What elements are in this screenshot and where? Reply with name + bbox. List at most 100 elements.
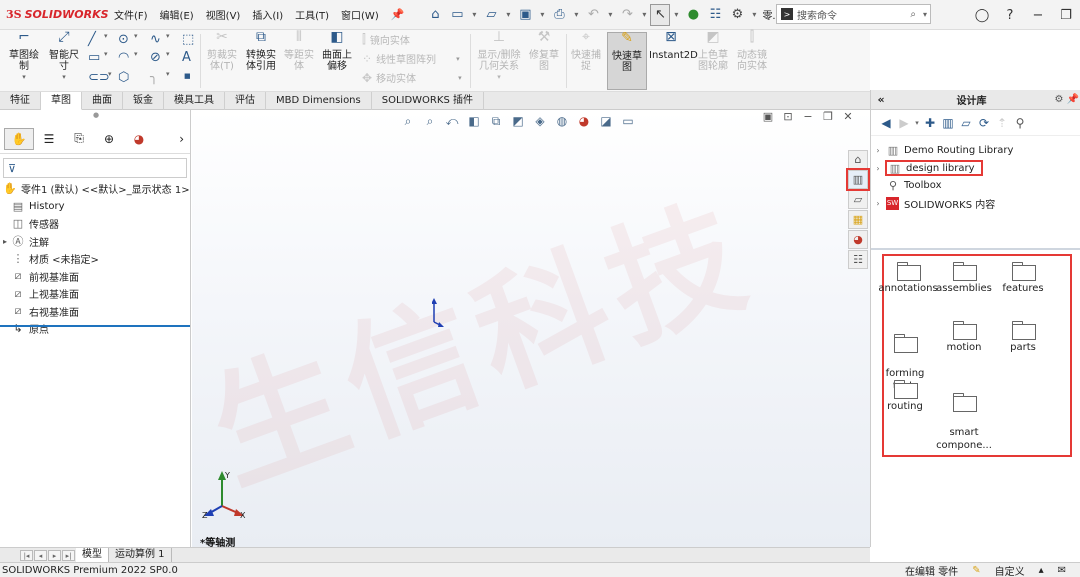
forward-icon[interactable]: ▶: [895, 116, 913, 130]
smart-dimension-button[interactable]: ⤢ 智能尺 寸 ▾: [44, 30, 84, 83]
appearances-tab-icon[interactable]: ◕: [848, 230, 868, 249]
tree-item-sensors[interactable]: ◫ 传感器: [0, 215, 190, 233]
chevron-down-icon[interactable]: ▾: [570, 4, 582, 26]
offset-entities-button[interactable]: ⫴ 等距实 体: [281, 30, 317, 72]
instant2d-button[interactable]: ⊠ Instant2D: [649, 30, 698, 61]
new-document-icon[interactable]: ▭: [446, 4, 468, 26]
chat-icon[interactable]: ✉: [1058, 565, 1066, 576]
maximize-view-icon[interactable]: ⊡: [778, 110, 798, 123]
gear-icon[interactable]: ⚙: [1052, 94, 1066, 105]
feature-manager-tab-icon[interactable]: ✋: [4, 127, 34, 150]
rebuild-icon[interactable]: ✎: [972, 565, 980, 576]
help-icon[interactable]: ?: [996, 8, 1024, 23]
split-view-icon[interactable]: ▣: [758, 110, 778, 123]
chevron-down-icon[interactable]: ▾: [166, 70, 170, 78]
menu-window[interactable]: 窗口(W): [335, 7, 385, 22]
chevron-down-icon[interactable]: ▾: [166, 32, 170, 40]
shaded-sketch-contours-button[interactable]: ◩ 上色草 图轮廓: [695, 30, 731, 72]
tree-item-material[interactable]: ⋮ 材质 <未指定>: [0, 250, 190, 268]
tab-surfaces[interactable]: 曲面: [82, 92, 123, 110]
tab-features[interactable]: 特征: [0, 92, 41, 110]
add-file-location-icon[interactable]: ▥: [939, 116, 957, 130]
spline-icon[interactable]: ∿: [150, 32, 161, 47]
slot-icon[interactable]: ⊂⊃: [88, 70, 110, 85]
file-properties-icon[interactable]: ☷: [704, 4, 726, 26]
chevron-down-icon[interactable]: ▾: [134, 50, 138, 58]
redo-icon[interactable]: ↷: [616, 4, 638, 26]
expand-arrow-icon[interactable]: ▸: [0, 237, 10, 246]
create-new-folder-icon[interactable]: ▱: [957, 116, 975, 130]
restore-icon[interactable]: ❐: [1052, 8, 1080, 23]
chevron-down-icon[interactable]: ▾: [104, 32, 108, 40]
gear-icon[interactable]: ⚙: [726, 4, 748, 26]
appearance-icon[interactable]: ◕: [573, 114, 595, 129]
pane-splitter[interactable]: [871, 248, 1080, 250]
tree-item-origin[interactable]: ↳ 原点: [0, 320, 190, 338]
chevron-down-icon[interactable]: ▾: [468, 4, 480, 26]
tree-item-top-plane[interactable]: ⧄ 上视基准面: [0, 285, 190, 303]
home-icon[interactable]: ⌂: [424, 4, 446, 26]
folder-smart-components[interactable]: smart compone...: [934, 380, 994, 465]
chevron-down-icon[interactable]: ▾: [108, 70, 112, 78]
tab-model[interactable]: 模型: [76, 548, 109, 562]
tab-evaluate[interactable]: 评估: [225, 92, 266, 110]
hide-show-items-icon[interactable]: ◍: [551, 114, 573, 129]
folder-routing[interactable]: routing: [875, 380, 935, 413]
refresh-icon[interactable]: ⟳: [975, 116, 993, 130]
chevron-down-icon[interactable]: ▾: [134, 32, 138, 40]
linear-pattern-button[interactable]: ⁘ 线性草图阵列 ▾: [362, 51, 460, 67]
scene-icon[interactable]: ◪: [595, 114, 617, 129]
library-node-demo-routing[interactable]: › ▥ Demo Routing Library: [871, 142, 1080, 160]
search-commands-input[interactable]: > 搜索命令 ⌕ ▾: [776, 4, 931, 24]
chevron-down-icon[interactable]: ▾: [456, 55, 460, 63]
expand-arrow-icon[interactable]: ›: [871, 199, 885, 208]
menu-view[interactable]: 视图(V): [200, 7, 247, 22]
offset-on-surface-button[interactable]: ◧ 曲面上 偏移: [318, 30, 356, 72]
collapse-pane-icon[interactable]: «: [871, 93, 891, 106]
zoom-to-area-icon[interactable]: ⌕: [419, 114, 441, 129]
rectangle-icon[interactable]: ▭: [88, 50, 100, 65]
pin-icon[interactable]: 📌: [391, 8, 405, 21]
viewport-restore-icon[interactable]: ❐: [818, 110, 838, 123]
chevron-down-icon[interactable]: ▾: [166, 50, 170, 58]
select-pointer-icon[interactable]: ↖: [650, 3, 671, 26]
display-style-icon[interactable]: ◈: [529, 114, 551, 129]
chevron-down-icon[interactable]: ▾: [748, 4, 760, 26]
last-tab-icon[interactable]: ▸|: [62, 549, 75, 561]
view-orientation-icon[interactable]: ◩: [507, 114, 529, 129]
previous-view-icon[interactable]: ⤺: [441, 114, 463, 129]
up-folder-icon[interactable]: ⇡: [993, 116, 1011, 130]
library-node-solidworks-content[interactable]: › SW SOLIDWORKS 内容: [871, 195, 1080, 213]
tree-item-annotations[interactable]: ▸ Ⓐ 注解: [0, 233, 190, 251]
next-tab-icon[interactable]: ▸: [48, 549, 61, 561]
zoom-to-fit-icon[interactable]: ⌕: [397, 114, 419, 129]
add-to-library-icon[interactable]: ✚: [921, 116, 939, 130]
section-view-icon[interactable]: ◧: [463, 114, 485, 129]
chevron-down-icon[interactable]: ▾: [536, 4, 548, 26]
chevron-down-icon[interactable]: ▾: [923, 10, 927, 19]
property-manager-tab-icon[interactable]: ☰: [34, 128, 64, 150]
minimize-icon[interactable]: −: [1024, 8, 1052, 23]
pin-icon[interactable]: 📌: [1066, 94, 1080, 105]
menu-edit[interactable]: 编辑(E): [154, 7, 200, 22]
user-icon[interactable]: ◯: [968, 8, 996, 23]
tree-item-right-plane[interactable]: ⧄ 右视基准面: [0, 303, 190, 321]
panel-grip-icon[interactable]: ●: [93, 111, 99, 119]
close-icon[interactable]: ✕: [838, 110, 858, 123]
expand-arrow-icon[interactable]: ›: [871, 146, 885, 155]
construction-geometry-icon[interactable]: ⬚: [182, 32, 194, 47]
chevron-up-icon[interactable]: ▴: [1039, 565, 1044, 576]
move-entities-button[interactable]: ✥ 移动实体 ▾: [362, 70, 462, 86]
viewport-minimize-icon[interactable]: −: [798, 110, 818, 123]
design-library-tab-icon[interactable]: ▥: [846, 168, 870, 191]
folder-parts[interactable]: parts: [993, 321, 1053, 354]
solidworks-logo[interactable]: 3S SOLIDWORKS: [0, 8, 109, 21]
tree-item-history[interactable]: ▤ History: [0, 198, 190, 216]
polygon-icon[interactable]: ⬡: [118, 70, 129, 85]
display-settings-icon[interactable]: ▭: [617, 114, 639, 129]
library-node-toolbox[interactable]: ⚲ Toolbox: [871, 177, 1080, 195]
trim-entities-button[interactable]: ✂ 剪裁实 体(T): [204, 30, 240, 72]
arc-icon[interactable]: ◠: [118, 50, 129, 65]
folder-features[interactable]: features: [993, 262, 1053, 295]
rollback-bar[interactable]: [0, 325, 190, 327]
